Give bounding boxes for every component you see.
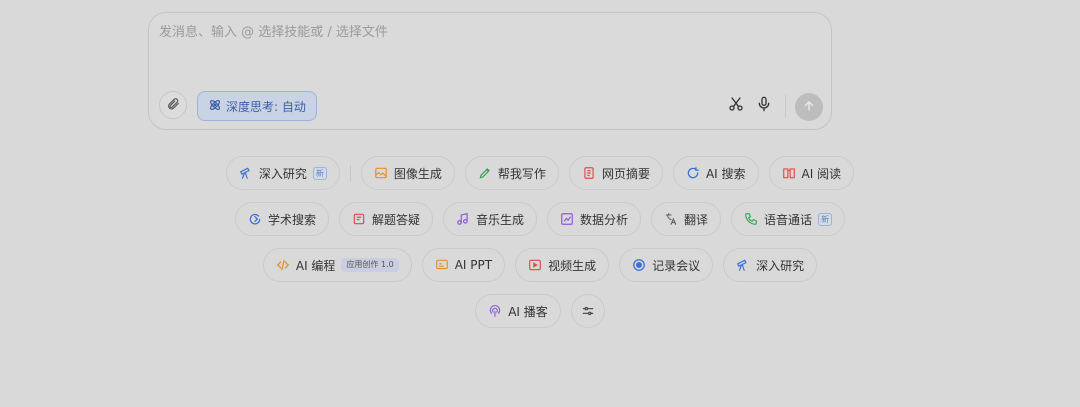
- row-separator: [349, 165, 351, 181]
- video-icon: [528, 258, 542, 272]
- image-icon: [374, 166, 388, 180]
- screenshot-button[interactable]: [727, 97, 745, 115]
- skill-chip-ai-reading[interactable]: AI 阅读: [768, 156, 855, 190]
- new-badge: 新: [818, 212, 833, 226]
- skill-chip-deep-research-2[interactable]: 深入研究: [723, 248, 818, 282]
- voice-input-button[interactable]: [755, 96, 773, 116]
- skill-chip-problem-solving[interactable]: 解题答疑: [338, 202, 433, 236]
- question-icon: [352, 212, 366, 226]
- translate-icon: [664, 212, 678, 226]
- skill-chip-ai-ppt[interactable]: AI PPT: [421, 248, 506, 282]
- music-note-icon: [456, 212, 470, 226]
- deep-think-toggle[interactable]: 深度思考: 自动: [197, 91, 317, 121]
- skill-chip-record-meeting[interactable]: 记录会议: [619, 248, 714, 282]
- code-icon: [276, 258, 290, 272]
- skill-chip-writing[interactable]: 帮我写作: [464, 156, 559, 190]
- skill-chip-translate[interactable]: 翻译: [651, 202, 722, 236]
- skill-row-3: AI 编程 应用创作 1.0 AI PPT 视频生成 记录会议 深入研究: [0, 248, 1080, 282]
- document-icon: [582, 166, 596, 180]
- skill-chip-ai-coding[interactable]: AI 编程 应用创作 1.0: [262, 248, 412, 282]
- skill-chip-web-summary[interactable]: 网页摘要: [568, 156, 663, 190]
- skill-chip-voice-call[interactable]: 语音通话 新: [731, 202, 846, 236]
- message-input[interactable]: [159, 25, 799, 40]
- book-icon: [782, 166, 796, 180]
- telescope-icon: [239, 166, 253, 180]
- skill-row-4: AI 播客: [0, 294, 1080, 328]
- new-badge: 新: [312, 166, 327, 180]
- send-button[interactable]: [795, 93, 823, 121]
- pen-icon: [478, 166, 492, 180]
- skill-chip-ai-search[interactable]: AI 搜索: [672, 156, 759, 190]
- telescope-icon: [736, 258, 750, 272]
- microphone-icon: [756, 96, 772, 116]
- podcast-icon: [488, 304, 502, 318]
- skill-chip-data-analysis[interactable]: 数据分析: [547, 202, 642, 236]
- paperclip-icon: [166, 96, 180, 115]
- toolbar-divider: [785, 95, 786, 117]
- message-composer: 深度思考: 自动: [148, 12, 832, 130]
- search-icon: [686, 166, 700, 180]
- record-icon: [632, 258, 646, 272]
- skill-chip-ai-podcast[interactable]: AI 播客: [475, 294, 561, 328]
- skill-chip-image-gen[interactable]: 图像生成: [360, 156, 455, 190]
- atom-icon: [208, 98, 222, 115]
- skill-chip-deep-research[interactable]: 深入研究 新: [225, 156, 340, 190]
- sliders-icon: [581, 304, 595, 318]
- skill-row-1: 深入研究 新 图像生成 帮我写作 网页摘要 AI 搜索 AI 阅读: [0, 156, 1080, 190]
- skill-chip-academic-search[interactable]: 学术搜索: [234, 202, 329, 236]
- arrow-up-icon: [802, 98, 816, 117]
- chart-icon: [560, 212, 574, 226]
- customize-skills-button[interactable]: [570, 294, 605, 328]
- scissors-icon: [728, 96, 744, 116]
- skill-chip-music-gen[interactable]: 音乐生成: [442, 202, 537, 236]
- skill-chip-video-gen[interactable]: 视频生成: [515, 248, 610, 282]
- app-creation-badge: 应用创作 1.0: [341, 258, 399, 272]
- graduation-cap-icon: [248, 212, 262, 226]
- attach-file-button[interactable]: [159, 91, 187, 119]
- phone-icon: [744, 212, 758, 226]
- deep-think-label: 深度思考: 自动: [226, 99, 306, 114]
- skill-row-2: 学术搜索 解题答疑 音乐生成 数据分析 翻译 语音通话 新: [0, 202, 1080, 236]
- presentation-icon: [435, 258, 449, 272]
